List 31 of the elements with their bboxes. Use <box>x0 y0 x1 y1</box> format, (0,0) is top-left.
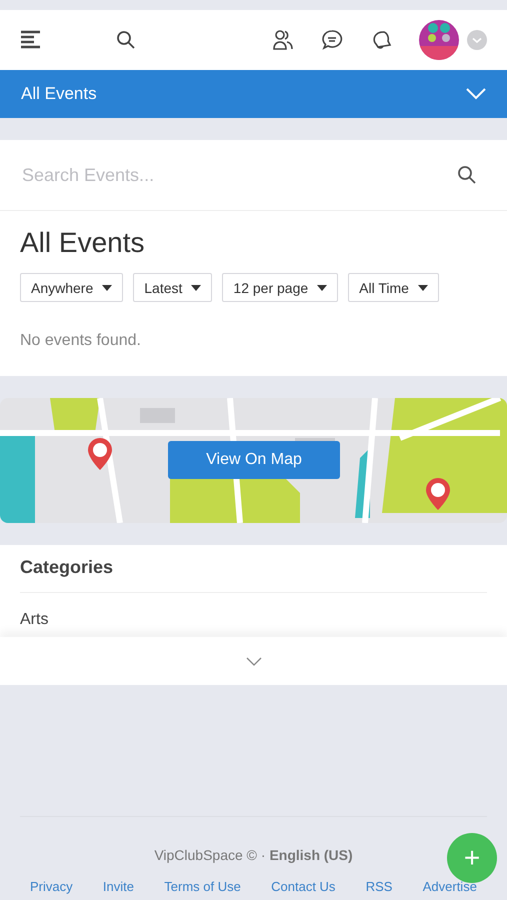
chevron-down-icon[interactable] <box>246 656 262 666</box>
category-item[interactable]: Arts <box>20 593 487 629</box>
section-bar[interactable]: All Events <box>0 70 507 118</box>
section-heading: Categories <box>20 557 487 593</box>
caret-icon <box>102 284 112 290</box>
people-icon[interactable] <box>272 29 294 51</box>
section-title: All Events <box>21 84 97 104</box>
empty-message: No events found. <box>20 332 142 350</box>
filter-dropdown[interactable]: All Time <box>348 273 439 302</box>
footer-link[interactable]: Privacy <box>30 879 73 894</box>
search-icon[interactable] <box>457 165 477 185</box>
chat-icon[interactable] <box>321 29 343 51</box>
filter-dropdown[interactable]: 12 per page <box>222 273 338 302</box>
menu-icon[interactable] <box>20 30 42 50</box>
search-field[interactable]: Search Events... <box>20 164 457 186</box>
filter-dropdown[interactable]: Latest <box>133 273 212 302</box>
caret-icon <box>191 284 202 290</box>
footer-copyright: VipClubSpace © · English (US) <box>154 847 353 863</box>
footer-link[interactable]: RSS <box>366 879 392 894</box>
search-icon[interactable] <box>116 30 136 50</box>
filter-dropdown[interactable]: Anywhere <box>20 273 124 302</box>
caret-icon <box>317 284 328 290</box>
avatar[interactable] <box>419 20 459 60</box>
footer-link[interactable]: Invite <box>102 879 134 894</box>
search-bar[interactable]: Search Events... <box>0 140 507 211</box>
view-on-map-button[interactable]: View On Map <box>168 441 340 479</box>
footer-link[interactable]: Terms of Use <box>164 879 241 894</box>
footer-link[interactable]: Contact Us <box>271 879 336 894</box>
caret-icon <box>418 284 428 290</box>
add-button[interactable]: + <box>447 833 497 883</box>
page-title: All Events <box>20 227 146 259</box>
